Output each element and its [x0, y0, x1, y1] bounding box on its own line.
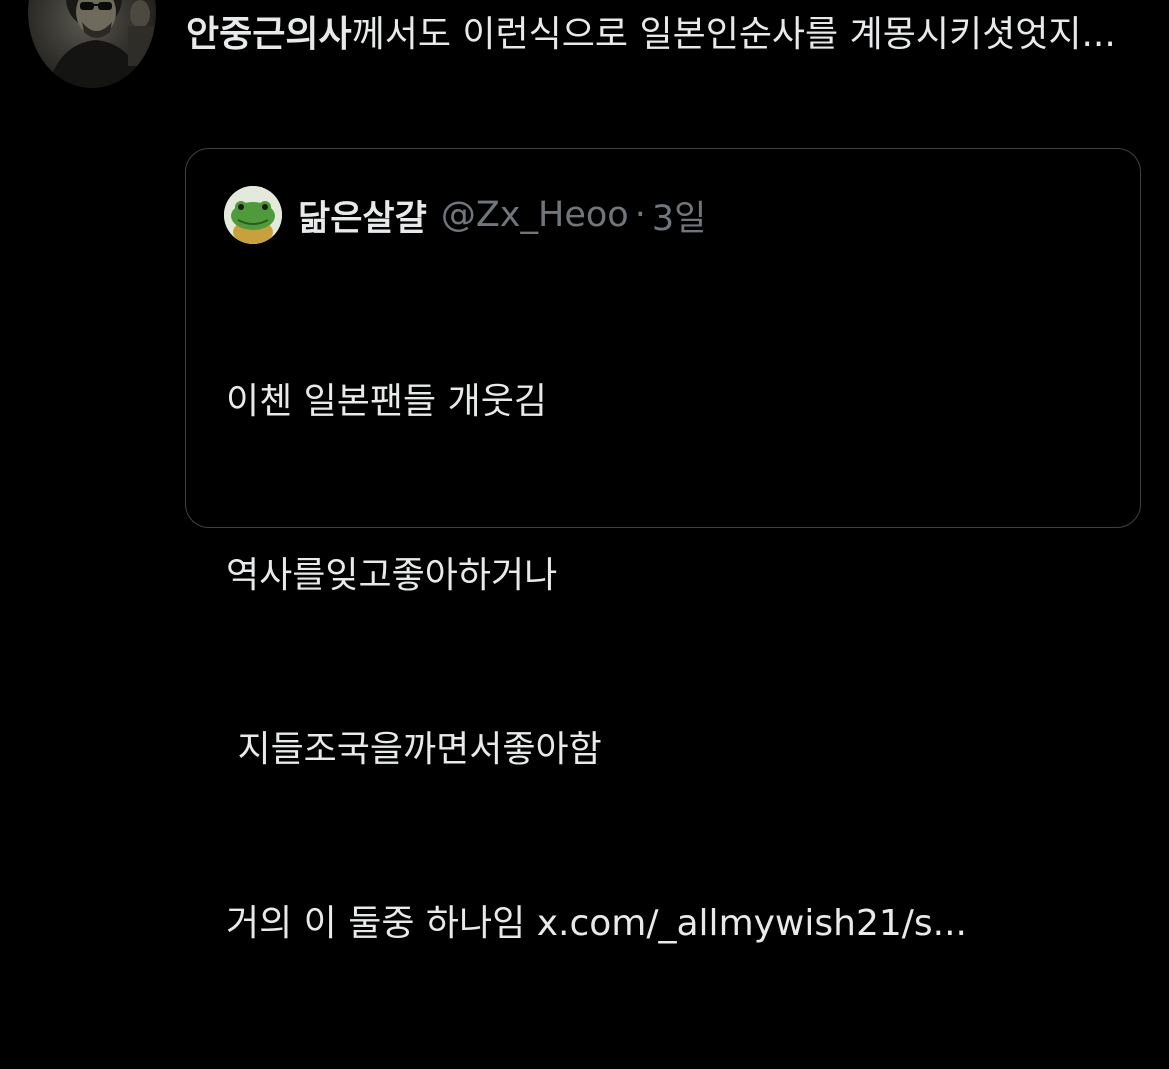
quote-line: 지들조국을까면서좋아함	[226, 729, 602, 770]
quote-timestamp[interactable]: 3일	[652, 190, 706, 241]
tweet-mention-name: 안중근의사	[186, 14, 352, 55]
tweet-text: 안중근의사께서도 이런식으로 일본인순사를 계몽시키셧엇지...	[186, 8, 1146, 62]
quote-tweet-header: 닮은살걀 @Zx_Heoo · 3일	[224, 185, 706, 245]
quote-separator: ·	[634, 195, 646, 235]
quote-line: 거의 이 둘중 하나임	[226, 903, 537, 944]
quote-line-with-link: 거의 이 둘중 하나임 x.com/_allmywish21/s...	[226, 895, 1106, 953]
quote-author-name[interactable]: 닮은살걀	[298, 190, 427, 241]
quote-link[interactable]: x.com/_allmywish21/s...	[537, 903, 967, 944]
quote-line: 역사를잊고좋아하거나	[226, 555, 558, 596]
author-avatar[interactable]	[28, 0, 156, 88]
frog-avatar-icon	[224, 186, 282, 244]
quote-line: 이첸 일본팬들 개웃김	[226, 381, 547, 422]
quote-tweet-body: 이첸 일본팬들 개웃김 역사를잊고좋아하거나 지들조국을까면서좋아함 거의 이 …	[226, 257, 1106, 1069]
profile-avatar-icon	[48, 0, 154, 88]
quote-tweet-card[interactable]: 닮은살걀 @Zx_Heoo · 3일 이첸 일본팬들 개웃김 역사를잊고좋아하거…	[185, 148, 1141, 944]
quote-author-handle[interactable]: @Zx_Heoo	[441, 195, 629, 235]
tweet-text-body: 께서도 이런식으로 일본인순사를 계몽시키셧엇지...	[351, 14, 1116, 55]
quote-author-avatar[interactable]	[224, 186, 282, 244]
